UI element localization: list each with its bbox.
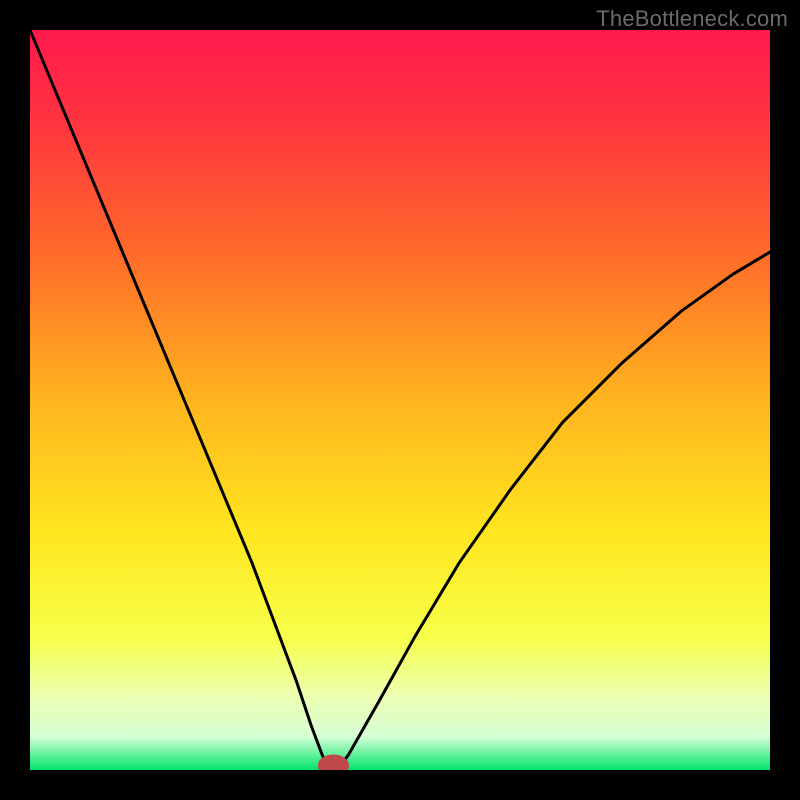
watermark-text: TheBottleneck.com (596, 6, 788, 32)
optimal-point-marker (322, 758, 346, 770)
chart-frame: TheBottleneck.com (0, 0, 800, 800)
plot-area (30, 30, 770, 770)
chart-svg (30, 30, 770, 770)
gradient-background (30, 30, 770, 770)
